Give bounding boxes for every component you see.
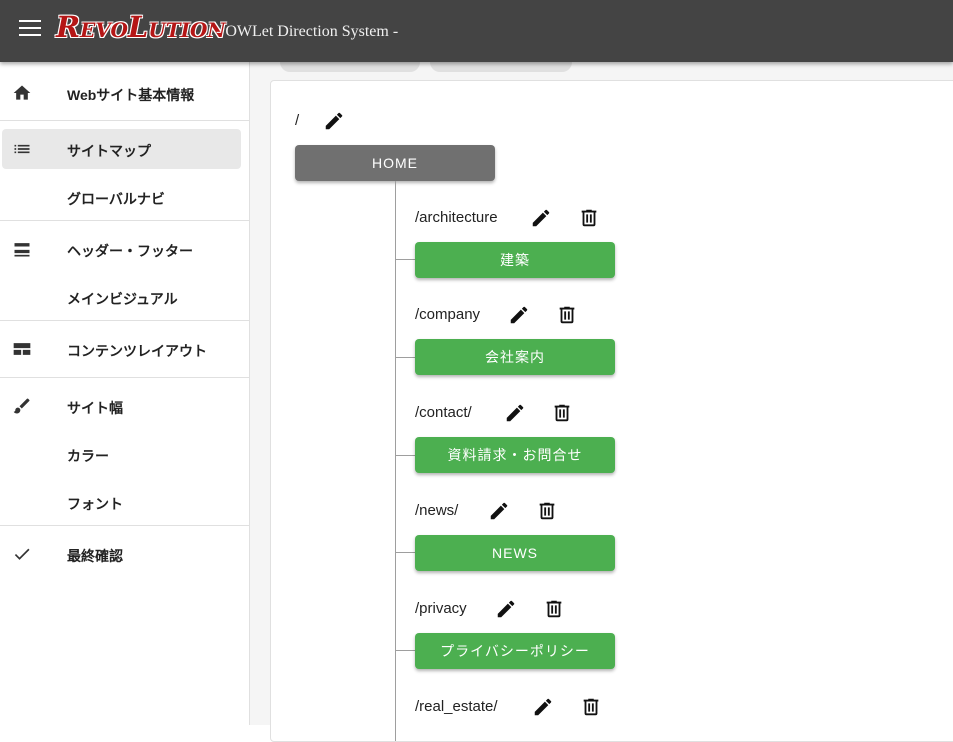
page-button[interactable]: 建築 <box>415 242 615 278</box>
view-quilt-icon <box>12 339 32 359</box>
page-button[interactable]: 資料請求・お問合せ <box>415 437 615 473</box>
sidebar-divider <box>0 220 249 221</box>
sidebar-divider <box>0 320 249 321</box>
app-subtitle: - OWLet Direction System - <box>216 23 399 40</box>
sidebar-item-main-visual[interactable]: メインビジュアル <box>0 277 249 317</box>
sidebar-item-label: サイトマップ <box>67 143 151 159</box>
tree-branch <box>395 650 415 651</box>
sidebar-item-label: グローバルナビ <box>67 191 165 207</box>
page-button[interactable]: NEWS <box>415 535 615 571</box>
sidebar-item-label: ヘッダー・フッター <box>67 243 193 259</box>
home-page-button[interactable]: HOME <box>295 145 495 181</box>
edit-pencil-icon[interactable] <box>323 110 345 132</box>
edit-pencil-icon[interactable] <box>508 304 530 326</box>
sidebar-item-site-info[interactable]: Webサイト基本情報 <box>0 73 249 113</box>
sidebar-item-label: サイト幅 <box>67 400 123 416</box>
page-path: /architecture <box>415 209 498 226</box>
tree-branch <box>395 357 415 358</box>
delete-trash-icon[interactable] <box>580 696 602 718</box>
sidebar-item-content-layout[interactable]: コンテンツレイアウト <box>0 329 249 369</box>
sidebar-item-sitemap[interactable]: サイトマップ <box>2 129 241 169</box>
sidebar-item-label: フォント <box>67 496 123 512</box>
edit-pencil-icon[interactable] <box>504 402 526 424</box>
root-path: / <box>295 112 300 129</box>
list-icon <box>12 139 32 159</box>
edit-pencil-icon[interactable] <box>488 500 510 522</box>
sidebar-divider <box>0 377 249 378</box>
view-stream-icon <box>12 239 32 259</box>
sidebar-item-label: 最終確認 <box>67 548 123 564</box>
sidebar-divider <box>0 120 249 121</box>
sidebar: Webサイト基本情報 サイトマップ グローバルナビ ヘッダー・フッター メインビ… <box>0 62 250 725</box>
page-path: /company <box>415 306 481 323</box>
delete-trash-icon[interactable] <box>556 304 578 326</box>
delete-trash-icon[interactable] <box>536 500 558 522</box>
tree-line <box>395 181 396 741</box>
page-path: /privacy <box>415 600 467 617</box>
tree-branch <box>395 552 415 553</box>
delete-trash-icon[interactable] <box>551 402 573 424</box>
page-path: /real_estate/ <box>415 698 498 715</box>
delete-trash-icon[interactable] <box>578 207 600 229</box>
brush-icon <box>12 396 32 416</box>
app-logo: RevoLution <box>56 10 226 44</box>
sidebar-item-label: カラー <box>67 448 109 464</box>
sidebar-item-label: コンテンツレイアウト <box>67 343 207 359</box>
delete-trash-icon[interactable] <box>543 598 565 620</box>
sidebar-item-site-width[interactable]: サイト幅 <box>0 386 249 426</box>
sidebar-item-header-footer[interactable]: ヘッダー・フッター <box>0 229 249 269</box>
sidebar-item-global-nav[interactable]: グローバルナビ <box>0 177 249 217</box>
edit-pencil-icon[interactable] <box>532 696 554 718</box>
sidebar-item-label: メインビジュアル <box>67 291 178 307</box>
sidebar-item-final-check[interactable]: 最終確認 <box>0 534 249 574</box>
tree-branch <box>395 455 415 456</box>
sidebar-divider <box>0 525 249 526</box>
check-icon <box>12 544 32 564</box>
page-button[interactable]: 会社案内 <box>415 339 615 375</box>
tree-branch <box>395 259 415 260</box>
edit-pencil-icon[interactable] <box>495 598 517 620</box>
edit-pencil-icon[interactable] <box>530 207 552 229</box>
sidebar-item-font[interactable]: フォント <box>0 482 249 522</box>
page-path: /news/ <box>415 502 459 519</box>
page-path: /contact/ <box>415 404 472 421</box>
hamburger-menu-icon[interactable] <box>19 20 41 40</box>
page-button[interactable]: プライバシーポリシー <box>415 633 615 669</box>
sidebar-item-label: Webサイト基本情報 <box>67 87 195 103</box>
app-bar: RevoLution - OWLet Direction System - <box>0 0 953 62</box>
home-icon <box>12 83 32 103</box>
sidebar-item-color[interactable]: カラー <box>0 434 249 474</box>
